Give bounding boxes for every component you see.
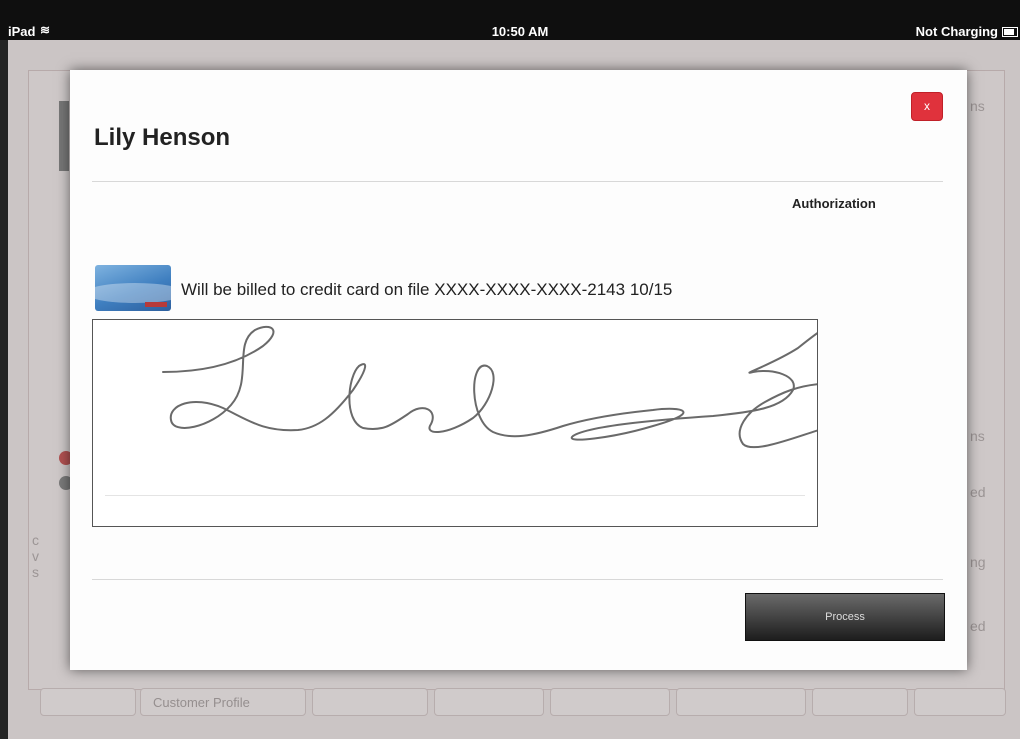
- billing-text: Will be billed to credit card on file XX…: [181, 280, 673, 299]
- credit-card-icon: [95, 265, 171, 311]
- close-button[interactable]: x: [911, 92, 943, 121]
- divider: [92, 181, 943, 182]
- signature-pad[interactable]: [92, 319, 818, 527]
- signature-stroke: [162, 325, 817, 449]
- status-time: 10:50 AM: [491, 24, 549, 39]
- battery-status: Not Charging: [915, 24, 998, 39]
- authorization-modal: x Lily Henson Authorization Will be bill…: [70, 70, 967, 670]
- customer-name-title: Lily Henson: [94, 124, 231, 151]
- divider: [92, 579, 943, 580]
- authorization-label: Authorization: [792, 196, 876, 211]
- status-bar: iPad ≋ 10:50 AM Not Charging: [0, 0, 1020, 40]
- battery-icon: [1002, 27, 1018, 37]
- process-button[interactable]: Process: [745, 593, 945, 641]
